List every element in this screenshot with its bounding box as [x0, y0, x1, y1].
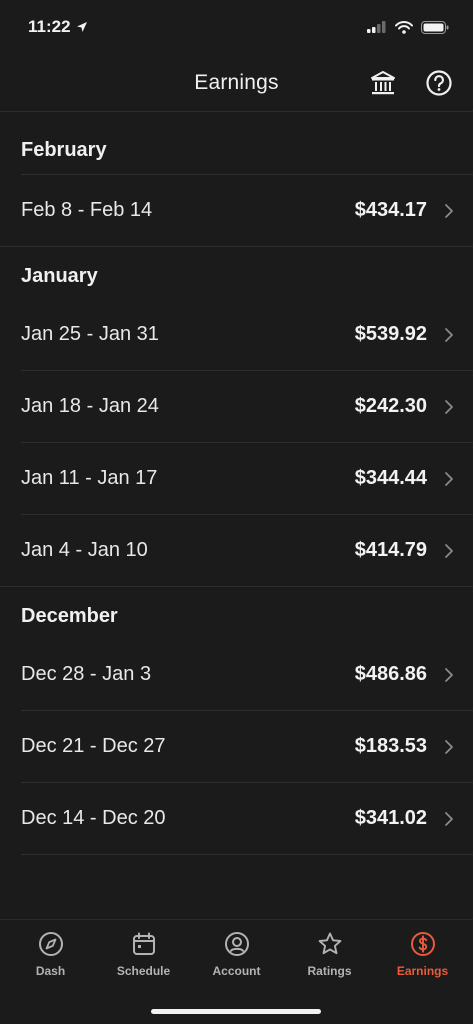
week-row[interactable]: Dec 28 - Jan 3 $486.86	[0, 639, 473, 710]
tab-dash[interactable]: Dash	[7, 930, 95, 978]
row-right: $344.44	[355, 467, 454, 490]
calendar-icon	[132, 932, 155, 955]
help-button[interactable]	[424, 68, 454, 98]
tab-icon-wrap	[130, 930, 158, 958]
week-range: Jan 11 - Jan 17	[21, 467, 158, 489]
chevron-right-icon	[445, 471, 453, 486]
earnings-screen: 11:22 Earnings February Feb 8 - Feb 14 $…	[0, 0, 473, 1024]
tab-icon-wrap	[223, 930, 251, 958]
battery-icon	[421, 20, 449, 34]
week-row[interactable]: Feb 8 - Feb 14 $434.17	[0, 175, 473, 246]
tab-list: Dash Schedule Account Ratings Earnings	[0, 920, 473, 978]
row-right: $242.30	[355, 395, 454, 418]
week-amount: $486.86	[354, 663, 427, 685]
tab-bar: Dash Schedule Account Ratings Earnings	[0, 919, 473, 1024]
tab-label: Ratings	[307, 964, 352, 978]
home-indicator[interactable]	[151, 1009, 321, 1014]
week-range: Jan 4 - Jan 10	[21, 539, 148, 561]
tab-account[interactable]: Account	[193, 930, 281, 978]
section-february: February Feb 8 - Feb 14 $434.17	[0, 112, 473, 246]
section-december: December Dec 28 - Jan 3 $486.86 Dec 21 -…	[0, 587, 473, 855]
chevron-right-icon	[445, 399, 453, 414]
tab-label: Earnings	[396, 964, 449, 978]
week-row[interactable]: Jan 25 - Jan 31 $539.92	[0, 299, 473, 370]
week-amount: $434.17	[354, 199, 427, 221]
compass-icon	[38, 932, 63, 956]
week-row[interactable]: Jan 18 - Jan 24 $242.30	[0, 371, 473, 442]
earnings-list: February Feb 8 - Feb 14 $434.17 January …	[0, 111, 473, 919]
tab-ratings[interactable]: Ratings	[286, 930, 374, 978]
section-january: January Jan 25 - Jan 31 $539.92 Jan 18 -…	[0, 247, 473, 586]
week-range: Dec 14 - Dec 20	[21, 807, 166, 829]
week-range: Dec 21 - Dec 27	[21, 735, 166, 757]
star-icon	[318, 932, 341, 955]
page-title: Earnings	[194, 70, 279, 94]
week-amount: $242.30	[354, 395, 427, 417]
tab-icon-wrap	[37, 930, 65, 958]
dollar-icon	[410, 932, 435, 956]
tab-earnings[interactable]: Earnings	[379, 930, 467, 978]
chevron-right-icon	[445, 543, 453, 558]
week-amount: $344.44	[354, 467, 427, 489]
week-amount: $341.02	[354, 807, 427, 829]
row-right: $341.02	[355, 807, 454, 830]
week-range: Jan 25 - Jan 31	[21, 323, 159, 345]
week-amount: $414.79	[354, 539, 427, 561]
tab-icon-wrap	[409, 930, 437, 958]
week-row[interactable]: Dec 21 - Dec 27 $183.53	[0, 711, 473, 782]
week-row[interactable]: Dec 14 - Dec 20 $341.02	[0, 783, 473, 854]
week-range: Dec 28 - Jan 3	[21, 663, 152, 685]
top-nav: Earnings	[0, 54, 473, 111]
cellular-signal-icon	[367, 21, 386, 33]
chevron-right-icon	[445, 667, 453, 682]
section-title: February	[21, 139, 107, 161]
row-right: $486.86	[355, 663, 454, 686]
chevron-right-icon	[445, 811, 453, 826]
week-range: Feb 8 - Feb 14	[21, 199, 153, 221]
tab-schedule[interactable]: Schedule	[100, 930, 188, 978]
week-row[interactable]: Jan 4 - Jan 10 $414.79	[0, 515, 473, 586]
bank-icon	[371, 71, 395, 95]
row-right: $183.53	[355, 735, 454, 758]
week-amount: $183.53	[354, 735, 427, 757]
row-right: $414.79	[355, 539, 454, 562]
row-right: $434.17	[355, 199, 454, 222]
week-range: Jan 18 - Jan 24	[21, 395, 159, 417]
section-title: December	[21, 605, 118, 627]
person-icon	[224, 932, 249, 956]
clock-text: 11:22	[28, 17, 71, 36]
header-actions	[368, 68, 454, 98]
section-title: January	[21, 265, 98, 287]
status-indicators	[367, 20, 449, 34]
bank-button[interactable]	[368, 68, 398, 98]
tab-icon-wrap	[316, 930, 344, 958]
chevron-right-icon	[445, 203, 453, 218]
status-time: 11:22	[28, 17, 88, 37]
wifi-icon	[395, 20, 413, 34]
location-arrow-icon	[76, 22, 87, 32]
help-icon	[426, 70, 452, 96]
tab-label: Dash	[35, 964, 66, 978]
week-row[interactable]: Jan 11 - Jan 17 $344.44	[0, 443, 473, 514]
row-right: $539.92	[355, 323, 454, 346]
week-amount: $539.92	[354, 323, 427, 345]
tab-label: Schedule	[116, 964, 171, 978]
chevron-right-icon	[445, 327, 453, 342]
tab-label: Account	[212, 964, 261, 978]
row-divider	[21, 854, 473, 855]
status-bar: 11:22	[0, 0, 473, 54]
chevron-right-icon	[445, 739, 453, 754]
